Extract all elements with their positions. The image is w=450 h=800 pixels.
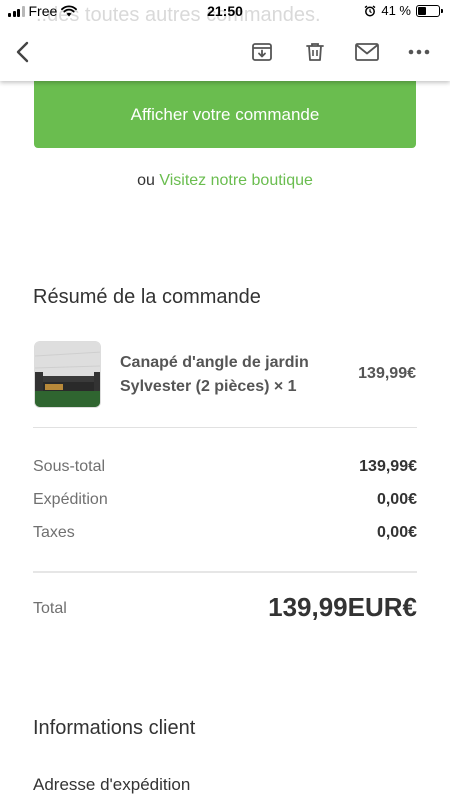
status-bar: ..des toutes autres commandes. Free 21:5… <box>0 0 450 26</box>
order-item: Canapé d'angle de jardin Sylvester (2 pi… <box>34 341 416 409</box>
chevron-left-icon <box>16 41 29 63</box>
shipping-value: 0,00€ <box>376 491 417 508</box>
subtotal-label: Sous-total <box>33 458 106 475</box>
total-row: Total 139,99EUR€ <box>33 592 417 626</box>
product-name: Canapé d'angle de jardin Sylvester (2 pi… <box>120 354 309 395</box>
mail-button[interactable] <box>352 37 382 67</box>
envelope-icon <box>355 43 379 61</box>
mail-toolbar <box>0 24 450 81</box>
divider <box>33 571 417 573</box>
total-value: 139,99EUR€ <box>268 592 417 622</box>
shipping-label: Expédition <box>33 491 108 508</box>
subtotal-value: 139,99€ <box>359 458 417 475</box>
alarm-icon <box>364 4 376 16</box>
product-price: 139,99€ <box>358 365 416 382</box>
visit-shop-link[interactable]: Visitez notre boutique <box>159 172 313 189</box>
shipping-address-label: Adresse d'expédition <box>33 775 191 794</box>
view-order-button[interactable]: Afficher votre commande <box>34 81 416 148</box>
taxes-label: Taxes <box>33 524 75 541</box>
trash-icon <box>306 43 324 61</box>
back-button[interactable] <box>8 37 38 67</box>
total-label: Total <box>33 600 67 617</box>
more-horizontal-icon <box>408 49 430 55</box>
archive-icon <box>252 43 272 61</box>
delete-button[interactable] <box>300 37 330 67</box>
order-summary-title: Résumé de la commande <box>33 286 261 308</box>
archive-button[interactable] <box>247 37 277 67</box>
status-right: 41 % <box>364 3 443 18</box>
taxes-value: 0,00€ <box>376 524 417 541</box>
battery-icon <box>416 4 443 17</box>
shop-line: ou Visitez notre boutique <box>0 172 450 190</box>
battery-percent: 41 % <box>381 3 411 18</box>
more-button[interactable] <box>404 37 434 67</box>
or-text: ou <box>137 172 155 189</box>
divider <box>33 427 417 428</box>
customer-info-title: Informations client <box>33 717 196 739</box>
product-image <box>34 341 101 408</box>
